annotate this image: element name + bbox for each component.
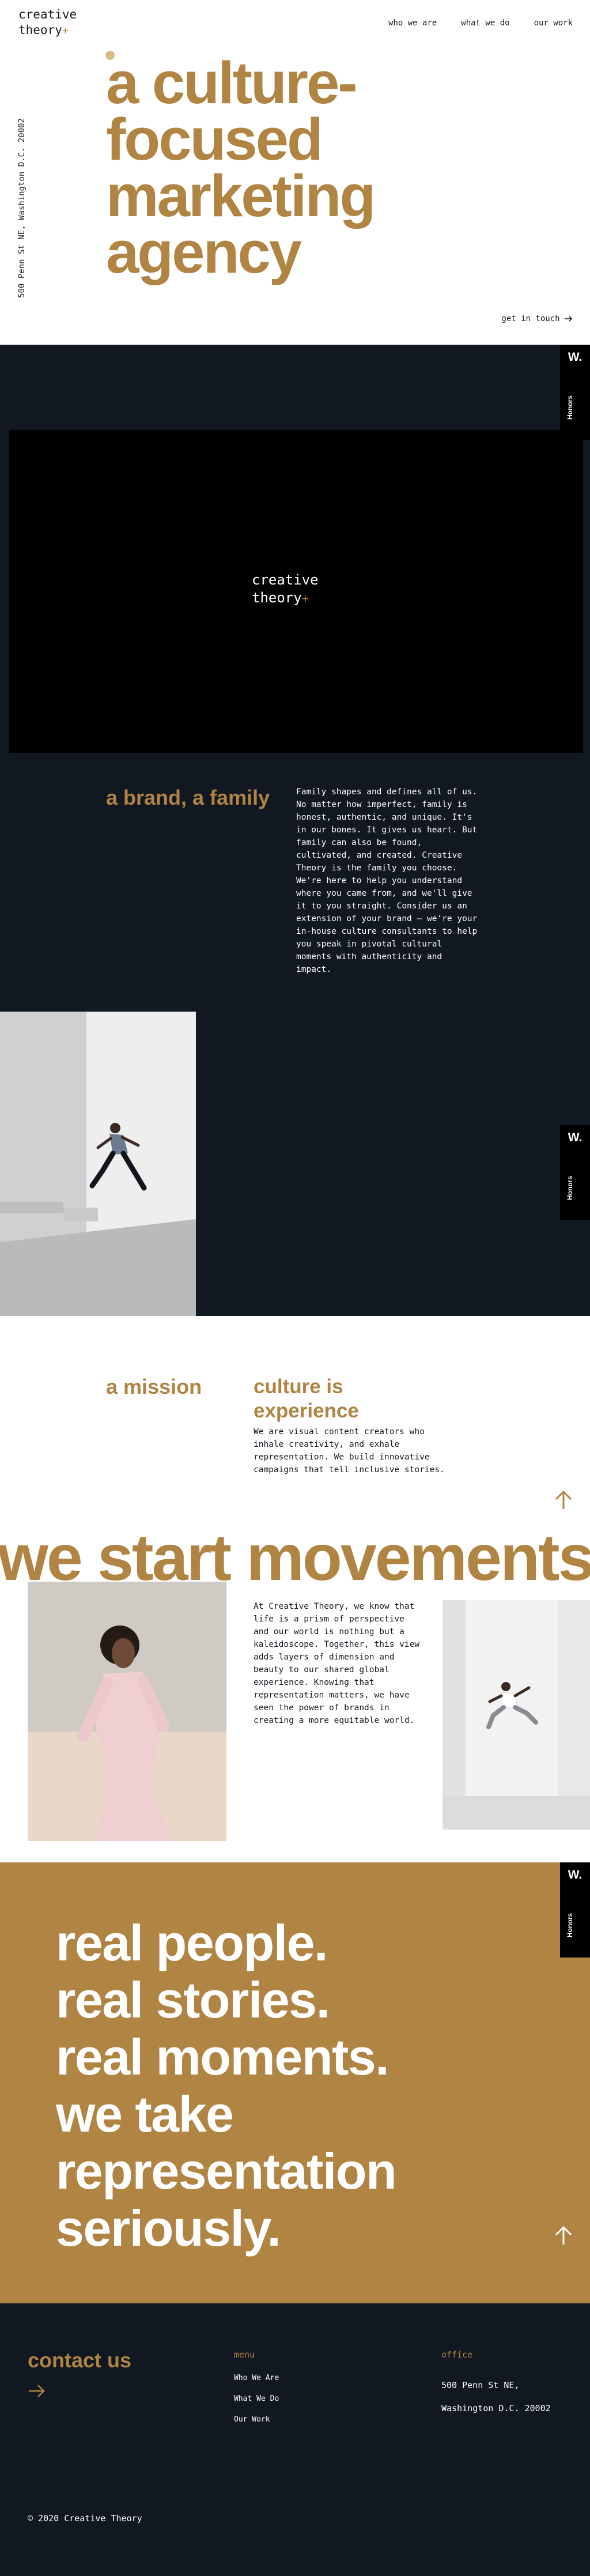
mission-section: a mission culture is experience We are v…: [0, 1316, 590, 1862]
badge-letter: W.: [568, 350, 583, 364]
scroll-up-button-2[interactable]: [554, 2226, 573, 2248]
badge-letter-3: W.: [568, 1868, 583, 1881]
woman-in-pink-illustration: [28, 1582, 226, 1841]
footer: contact us menu Who We Are What We Do Ou…: [0, 2303, 590, 2576]
scroll-up-button[interactable]: [554, 1490, 573, 1513]
magazine-badge[interactable]: W. Honors: [560, 345, 590, 440]
footer-menu: menu Who We Are What We Do Our Work: [234, 2349, 279, 2436]
brand-section: W. Honors creative theory+ a brand, a fa…: [0, 345, 590, 1316]
vertical-address: 500 Penn St NE, Washington D.C. 20002: [17, 118, 27, 298]
video-logo-line-1: creative: [252, 572, 319, 588]
statement-line-3: real moments.: [56, 2028, 389, 2085]
office-address-line-1: 500 Penn St NE,: [441, 2380, 520, 2390]
footer-office: office 500 Penn St NE, Washington D.C. 2…: [441, 2349, 551, 2420]
footer-link-our-work[interactable]: Our Work: [234, 2415, 279, 2424]
site-logo[interactable]: creative theory+: [18, 7, 77, 39]
main-nav: who we are what we do our work: [388, 18, 573, 28]
video-logo-plus-icon: +: [301, 591, 309, 605]
jumping-man-photo: [0, 1012, 196, 1316]
badge-label: Honors: [566, 395, 574, 420]
statement-text: real people. real stories. real moments.…: [56, 1914, 563, 2257]
arrow-up-icon: [555, 1490, 572, 1509]
contact-arrow-button[interactable]: [29, 2384, 46, 2401]
get-in-touch-label: get in touch: [501, 314, 560, 323]
mission-heading: a mission: [106, 1375, 202, 1398]
nav-who-we-are[interactable]: who we are: [388, 18, 437, 28]
footer-link-who-we-are[interactable]: Who We Are: [234, 2374, 279, 2382]
nav-our-work[interactable]: our work: [534, 18, 573, 28]
video-player[interactable]: creative theory+: [9, 430, 583, 753]
logo-plus-icon: +: [62, 25, 69, 37]
magazine-badge-3[interactable]: W. Honors: [560, 1862, 590, 1958]
statement-line-4: we take representation seriously.: [56, 2085, 397, 2257]
contact-heading[interactable]: contact us: [28, 2348, 131, 2373]
video-logo-line-2: theory: [252, 590, 302, 606]
leaping-man-illustration: [442, 1600, 590, 1830]
badge-letter-2: W.: [568, 1131, 583, 1144]
video-logo: creative theory+: [252, 571, 319, 608]
woman-in-pink-photo: [28, 1582, 226, 1841]
logo-line-2: theory: [18, 23, 62, 37]
badge-label-3: Honors: [566, 1913, 574, 1937]
footer-link-what-we-do[interactable]: What We Do: [234, 2394, 279, 2403]
magazine-badge-2[interactable]: W. Honors: [560, 1125, 590, 1220]
arrow-right-icon-gold: [29, 2385, 45, 2397]
brand-text: Family shapes and defines all of us. No …: [296, 787, 478, 974]
culture-heading: culture is experience: [254, 1375, 359, 1422]
arrow-right-icon: [565, 316, 573, 322]
statement-line-1: real people.: [56, 1914, 328, 1971]
jumping-man-illustration: [0, 1012, 196, 1316]
culture-text: We are visual content creators who inhal…: [254, 1427, 445, 1474]
get-in-touch-link[interactable]: get in touch: [501, 314, 573, 323]
badge-label-2: Honors: [566, 1176, 574, 1200]
leaping-man-photo: [442, 1600, 590, 1830]
movements-text: At Creative Theory, we know that life is…: [254, 1602, 420, 1725]
copyright-text: © 2020 Creative Theory: [28, 2513, 142, 2524]
nav-what-we-do[interactable]: what we do: [461, 18, 509, 28]
footer-office-label: office: [441, 2349, 473, 2360]
brand-heading: a brand, a family: [106, 786, 270, 809]
office-address-line-2: Washington D.C. 20002: [441, 2403, 551, 2413]
statement-line-2: real stories.: [56, 1971, 330, 2028]
hero-section: creative theory+ who we are what we do o…: [0, 0, 590, 345]
logo-line-1: creative: [18, 7, 77, 21]
arrow-up-icon-white: [555, 2226, 572, 2245]
footer-menu-label: menu: [234, 2349, 255, 2360]
statement-section: W. Honors real people. real stories. rea…: [0, 1862, 590, 2303]
hero-title: a culture-focused marketing agency: [106, 50, 376, 285]
